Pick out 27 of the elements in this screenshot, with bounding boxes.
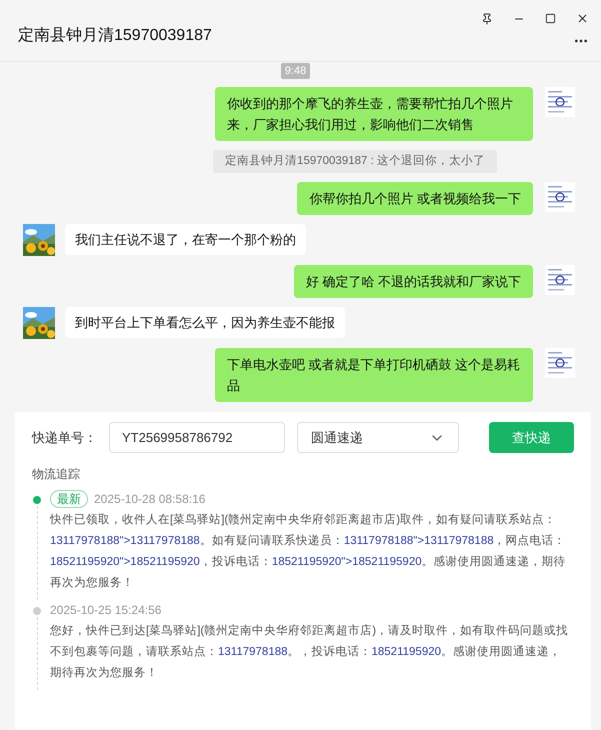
entry-time: 2025-10-25 15:24:56 <box>50 602 162 620</box>
phone-link[interactable]: 13117978188 <box>218 646 288 658</box>
carrier-select[interactable]: 圆通速递 <box>296 422 460 454</box>
sent-message-bubble: 你收到的那个摩飞的养生壶，需要帮忙拍几个照片来，厂家担心我们用过，影响他们二次销售 <box>215 87 533 141</box>
entry-time: 2025-10-28 08:58:16 <box>94 491 206 508</box>
section-title: 物流追踪 <box>32 466 81 484</box>
phone-link[interactable]: 18521195920 <box>372 646 441 658</box>
phone-link[interactable]: 18521195920">18521195920 <box>50 556 200 568</box>
window-title: 定南县钟月清15970039187 <box>18 26 212 46</box>
sent-message-bubble: 你帮你拍几个照片 或者视频给我一下 <box>297 182 533 216</box>
latest-tag: 最新 <box>50 490 88 508</box>
system-notice: 定南县钟月清15970039187 : 这个退回你，太小了 <box>213 150 497 174</box>
entry-description: 您好，快件已到达[菜鸟驿站](赣州定南中央华府邻距离超市店)，请及时取件，如有取件码问题或找不到包裹等问题，请联系站点：13117978188。，投诉电话：18521195920。感谢使用圆通速递，期待再次为您服务！ <box>50 623 570 682</box>
phone-link[interactable]: 18521195920">18521195920 <box>272 556 422 568</box>
phone-link[interactable]: 13117978188">13117978188 <box>50 535 200 548</box>
received-message-bubble: 我们主任说不退了，在寄一个那个粉的 <box>65 224 306 256</box>
pin-icon[interactable] <box>481 12 493 24</box>
entry-description: 快件已领取，收件人在[菜鸟驿站](赣州定南中央华府邻距离超市店)取件，如有疑问请联系站点： 13117978188">13117978188。如有疑问请联系快递员：13117978188">13117978188，网点电话： 18521195920">18521195920，投诉电话：18521195920">18521195920。感谢使用圆通速递，期待再次为您服务！ <box>50 512 567 592</box>
field-label: 快递单号： <box>32 429 97 447</box>
tracking-number-field[interactable]: YT2569958786792 <box>109 422 285 454</box>
sent-message-bubble: 好 确定了哈 不退的话我就和厂家说下 <box>294 265 533 298</box>
close-icon[interactable] <box>576 12 589 25</box>
maximize-icon[interactable] <box>545 13 556 24</box>
received-message-bubble: 到时平台上下单看怎么平，因为养生壶不能报 <box>65 307 345 338</box>
timestamp: 9:48 <box>280 63 310 79</box>
sent-message-bubble: 下单电水壶吧 或者就是下单打印机硒鼓 这个是易耗品 <box>215 348 533 402</box>
phone-link[interactable]: 13117978188">13117978188 <box>344 535 494 548</box>
